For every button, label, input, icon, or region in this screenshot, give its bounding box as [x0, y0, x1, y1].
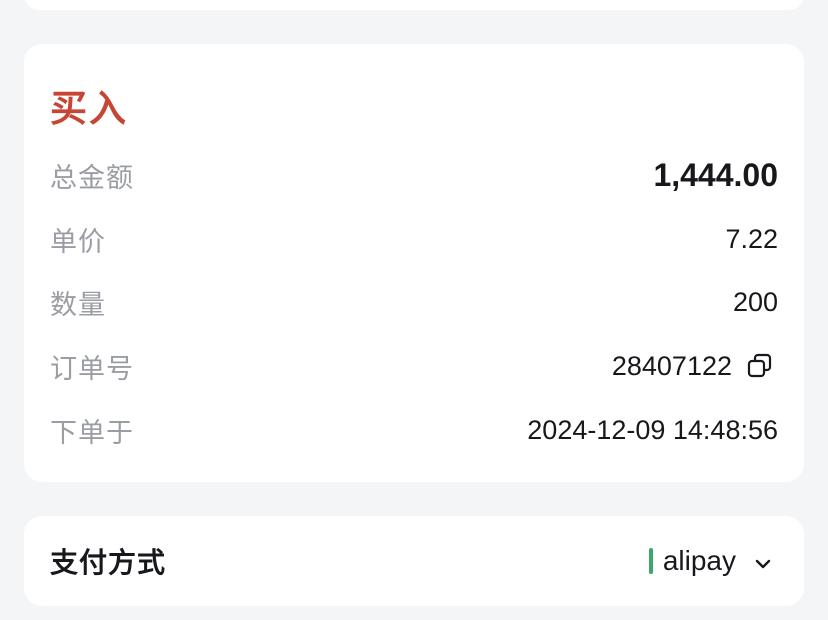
- payment-method-value: alipay: [662, 545, 736, 576]
- chevron-down-icon[interactable]: [752, 550, 774, 572]
- unit-price-value: 7.22: [725, 223, 778, 254]
- order-time-value: 2024-12-09 14:48:56: [527, 414, 778, 445]
- order-time-label: 下单于: [50, 417, 134, 448]
- order-number-group: 28407122: [612, 351, 778, 382]
- previous-card: [24, 0, 804, 10]
- order-number-label: 订单号: [50, 353, 134, 384]
- total-amount-label: 总金额: [50, 162, 134, 193]
- payment-method-card[interactable]: 支付方式 alipay: [24, 516, 804, 606]
- unit-price-row: 单价 7.22: [50, 219, 778, 259]
- total-amount-value: 1,444.00: [653, 156, 778, 193]
- quantity-value: 200: [732, 286, 778, 317]
- payment-accent-bar: [648, 548, 653, 574]
- payment-method-row[interactable]: 支付方式 alipay: [50, 541, 778, 581]
- order-number-value: 28407122: [611, 350, 732, 381]
- total-amount-row: 总金额 1,444.00: [50, 155, 778, 195]
- order-time-row: 下单于 2024-12-09 14:48:56: [50, 410, 778, 450]
- unit-price-label: 单价: [50, 226, 106, 257]
- quantity-label: 数量: [50, 289, 106, 320]
- payment-method-label: 支付方式: [50, 547, 167, 578]
- order-number-row: 订单号 28407122: [50, 346, 778, 386]
- order-details-card: 买入 总金额 1,444.00 单价 7.22 数量 200 订单号 28407…: [24, 44, 804, 482]
- copy-icon[interactable]: [746, 352, 774, 380]
- quantity-row: 数量 200: [50, 282, 778, 322]
- order-side-title: 买入: [50, 88, 128, 129]
- payment-method-selector[interactable]: alipay: [648, 545, 778, 577]
